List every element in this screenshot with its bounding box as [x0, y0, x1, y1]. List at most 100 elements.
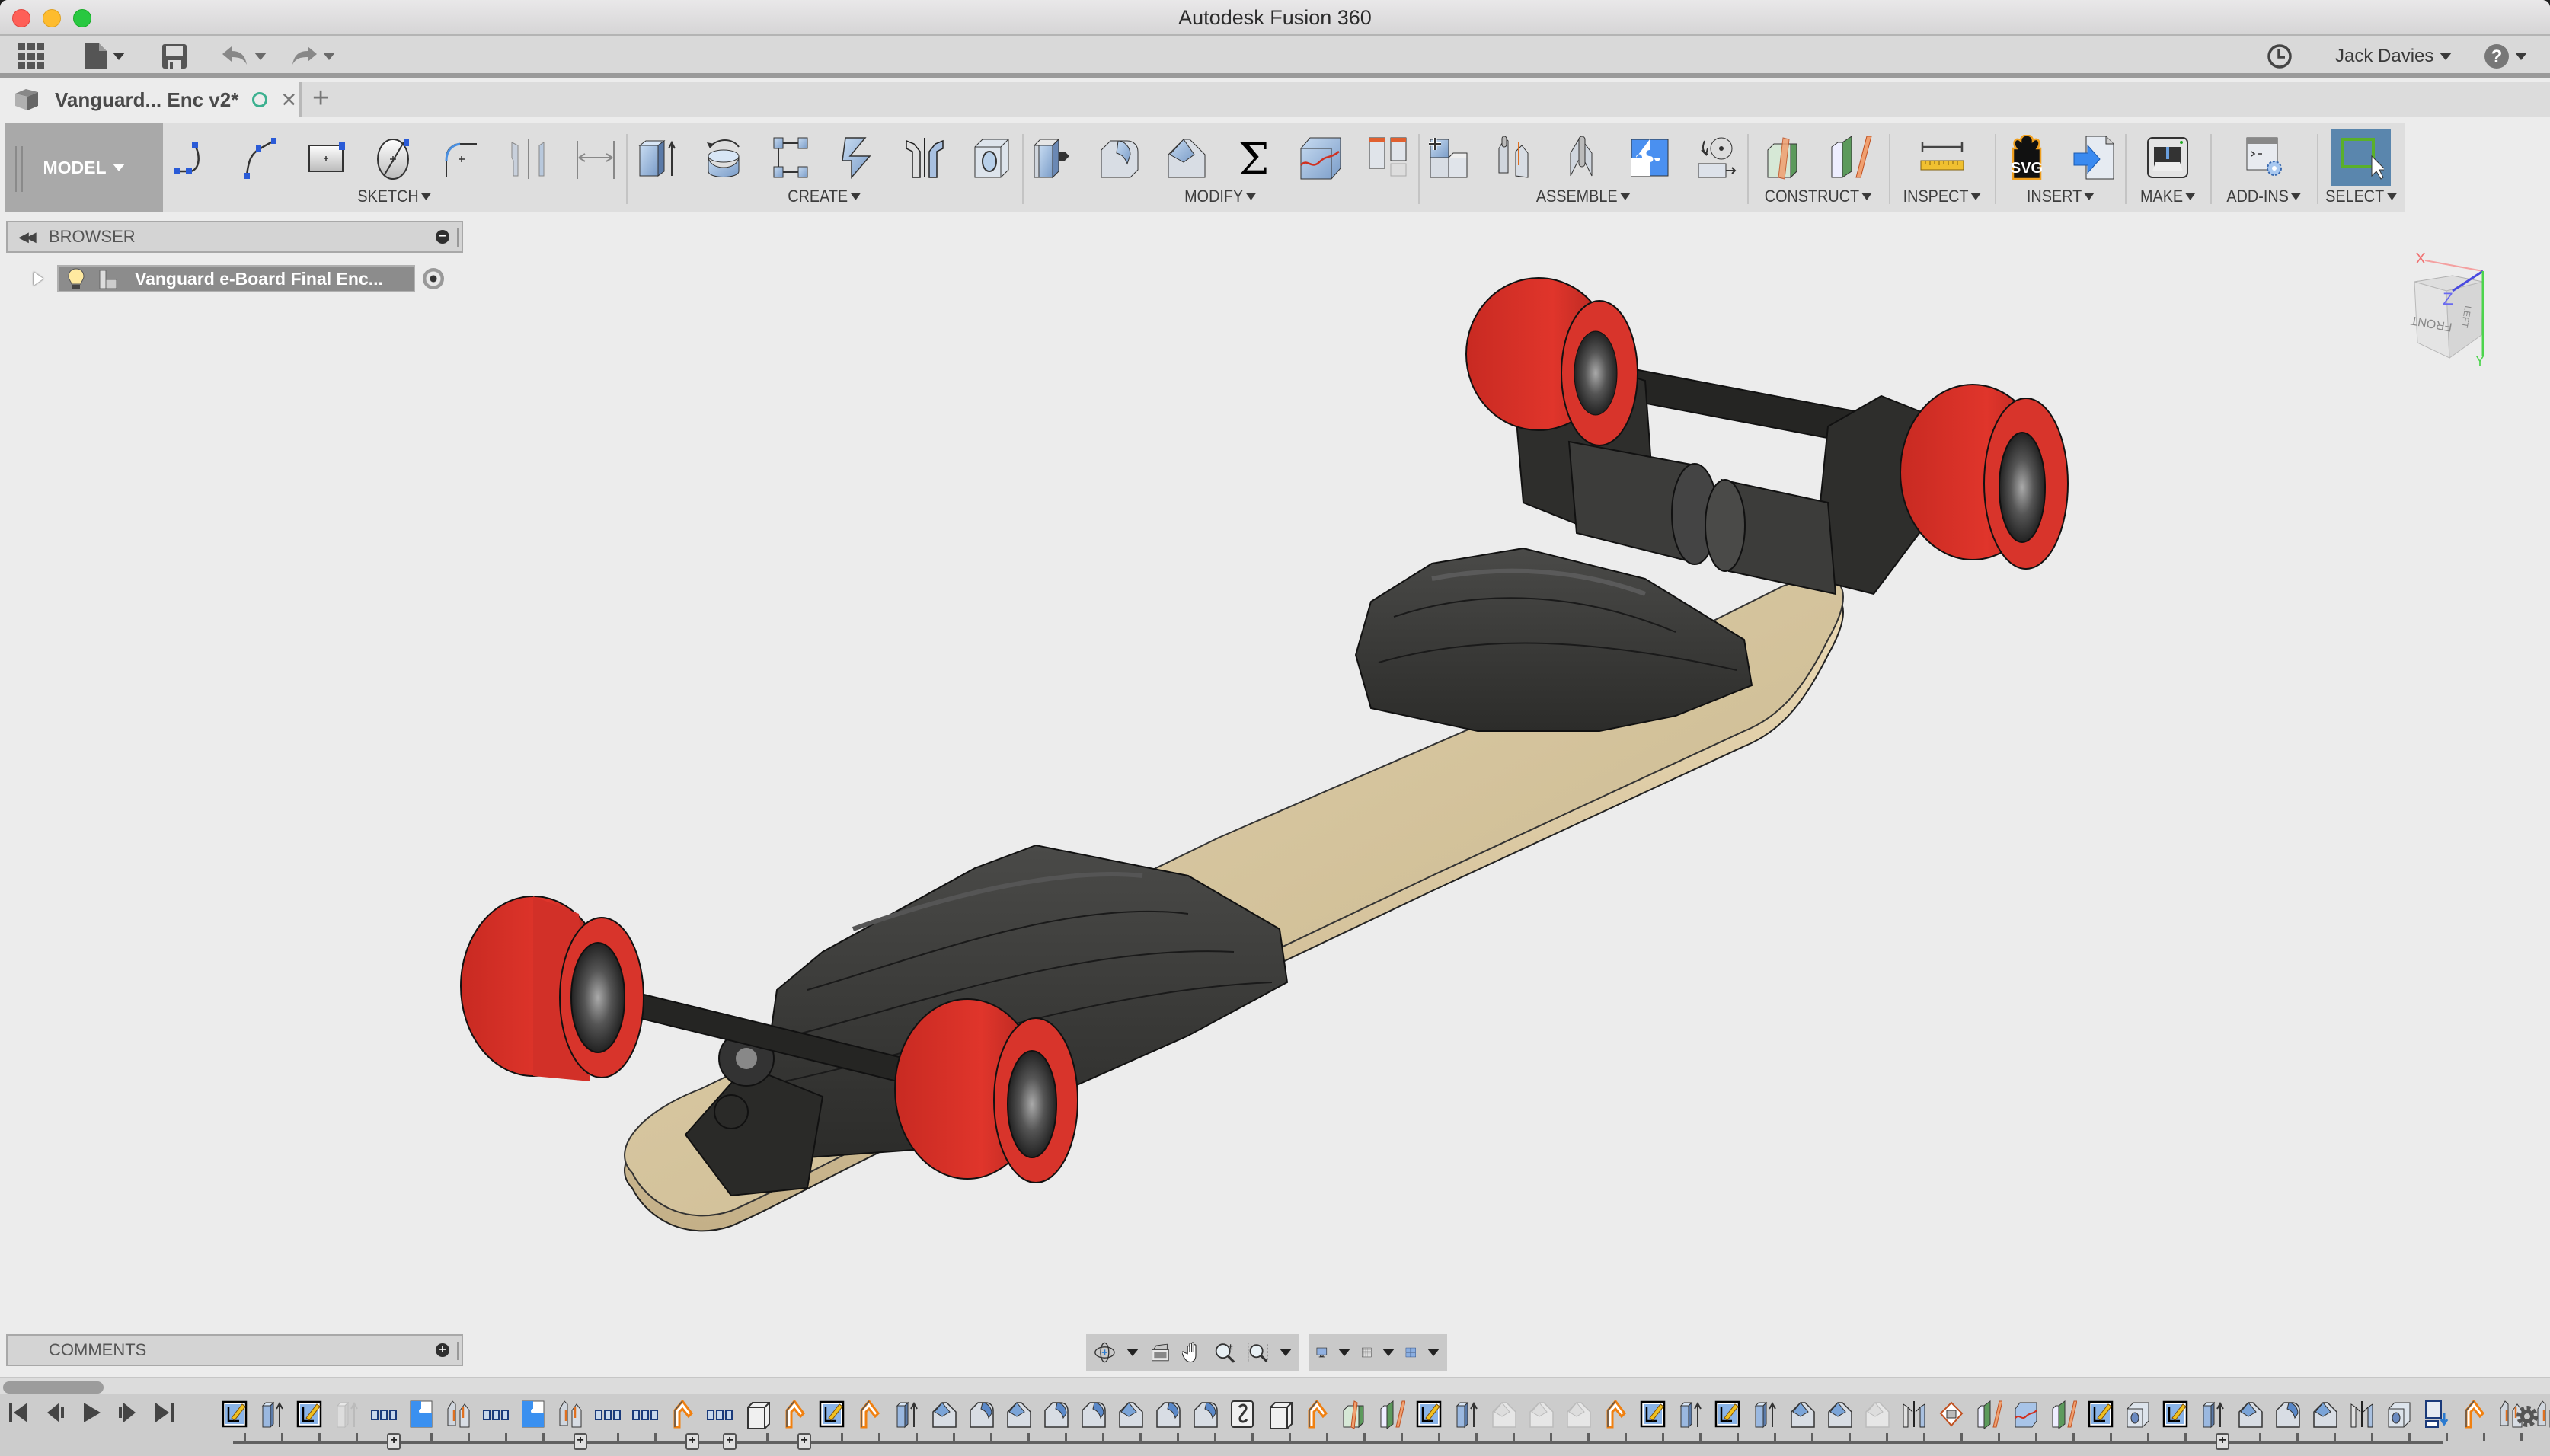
timeline-feature-extrude-icon[interactable]	[1452, 1400, 1480, 1429]
new-tab-button[interactable]: +	[312, 84, 329, 113]
pan-icon[interactable]	[1181, 1340, 1204, 1365]
timeline-feature-fillet-icon[interactable]	[1154, 1400, 1181, 1429]
offset-plane-icon[interactable]	[1762, 135, 1807, 180]
sketch-spline-icon[interactable]	[238, 135, 283, 180]
activate-component-radio[interactable]	[423, 268, 444, 289]
motor-right[interactable]	[1705, 478, 1837, 595]
timeline-feature-shell-icon[interactable]	[1938, 1400, 1965, 1429]
timeline-feature-chamfer-icon[interactable]	[930, 1400, 957, 1429]
timeline-group-marker[interactable]: +	[2216, 1433, 2229, 1450]
grid-snaps-icon[interactable]	[1361, 1340, 1372, 1365]
timeline-feature-chamfer-icon[interactable]	[1005, 1400, 1032, 1429]
joint-icon[interactable]	[1493, 135, 1539, 180]
browser-panel-header[interactable]: ◀◀ BROWSER −	[6, 221, 463, 253]
measure-icon[interactable]	[1919, 135, 1965, 180]
timeline-feature-extrude-icon[interactable]	[1676, 1400, 1704, 1429]
as-built-joint-icon[interactable]	[1560, 135, 1606, 180]
panel-resize-handle[interactable]	[457, 228, 459, 247]
sketch-dimension-icon[interactable]	[573, 135, 618, 180]
hole-icon[interactable]	[969, 135, 1015, 180]
insert-derive-icon[interactable]	[2071, 135, 2117, 180]
timeline-feature-box-icon[interactable]	[1266, 1400, 1293, 1429]
press-pull-icon[interactable]	[1030, 135, 1075, 180]
timeline-feature-extrude-icon[interactable]	[2199, 1400, 2226, 1429]
make-menu[interactable]: MAKE	[2140, 184, 2196, 209]
orbit-dropdown-icon[interactable]	[1126, 1349, 1139, 1356]
panel-resize-handle[interactable]	[457, 1342, 459, 1360]
timeline-feature-extrude-icon[interactable]	[893, 1400, 920, 1429]
timeline-feature-midplane-icon[interactable]	[1378, 1400, 1405, 1429]
workspace-switcher[interactable]: MODEL	[5, 123, 164, 212]
new-component-icon[interactable]	[1426, 135, 1472, 180]
timeline-feature-fillet-icon[interactable]	[1042, 1400, 1069, 1429]
timeline-feature-split-icon[interactable]	[2012, 1400, 2040, 1429]
fillet-icon[interactable]	[1097, 135, 1142, 180]
timeline-feature-joint-icon[interactable]	[445, 1400, 472, 1429]
create-menu[interactable]: CREATE	[788, 184, 861, 209]
timeline-feature-chamfer-icon[interactable]	[1826, 1400, 1853, 1429]
collapse-panel-icon[interactable]: ◀◀	[18, 229, 37, 245]
timeline-scroll-thumb[interactable]	[3, 1381, 104, 1394]
user-account-menu[interactable]: Jack Davies	[2335, 42, 2453, 71]
help-button[interactable]: ?	[2484, 42, 2527, 71]
timeline-feature-rigid-group-icon[interactable]	[519, 1400, 547, 1429]
timeline-group-marker[interactable]: +	[797, 1433, 811, 1450]
chamfer-icon[interactable]	[1164, 135, 1209, 180]
timeline-group-marker[interactable]: +	[723, 1433, 737, 1450]
timeline-feature-joint-icon[interactable]	[557, 1400, 584, 1429]
insert-svg-icon[interactable]: SVG	[2004, 135, 2050, 180]
timeline-feature-offset-plane-icon[interactable]	[1341, 1400, 1368, 1429]
orbit-icon[interactable]	[1094, 1340, 1116, 1365]
timeline-feature-fillet-icon[interactable]	[967, 1400, 995, 1429]
go-to-start-icon[interactable]	[8, 1401, 29, 1424]
midplane-icon[interactable]	[1829, 135, 1874, 180]
zoom-dropdown-icon[interactable]	[1279, 1349, 1292, 1356]
select-button[interactable]	[2331, 129, 2391, 186]
timeline-feature-chamfer-icon[interactable]	[1117, 1400, 1144, 1429]
timeline-feature-hole-icon[interactable]	[2124, 1400, 2152, 1429]
timeline-scrollbar[interactable]	[0, 1377, 2550, 1394]
timeline-feature-group-icon[interactable]	[594, 1400, 622, 1429]
sketch-fillet-icon[interactable]	[439, 135, 484, 180]
undo-button[interactable]	[222, 42, 267, 71]
zoom-icon[interactable]	[1214, 1340, 1236, 1365]
job-status-button[interactable]	[2267, 42, 2293, 71]
sketch-line-icon[interactable]	[171, 135, 216, 180]
timeline-feature-link-icon[interactable]	[1229, 1400, 1256, 1429]
timeline-feature-fillet-icon[interactable]	[2274, 1400, 2301, 1429]
file-menu-button[interactable]	[85, 42, 125, 71]
play-icon[interactable]	[81, 1401, 102, 1424]
timeline-track[interactable]: + + + + + +	[233, 1433, 2523, 1450]
construct-menu[interactable]: CONSTRUCT	[1765, 184, 1872, 209]
timeline-feature-as-built-icon[interactable]	[1602, 1400, 1629, 1429]
split-face-icon[interactable]	[1298, 135, 1344, 180]
timeline-feature-group-icon[interactable]	[370, 1400, 398, 1429]
inspect-menu[interactable]: INSPECT	[1903, 184, 1981, 209]
timeline-feature-sketch-icon[interactable]	[2087, 1400, 2114, 1429]
timeline-feature-sketch-icon[interactable]	[2162, 1400, 2189, 1429]
timeline-feature-sketch-icon[interactable]	[221, 1400, 248, 1429]
timeline-feature-mirror-icon[interactable]	[2348, 1400, 2376, 1429]
zoom-window-icon[interactable]	[1247, 1340, 1269, 1365]
redo-button[interactable]	[291, 42, 335, 71]
timeline-feature-box-icon[interactable]	[743, 1400, 771, 1429]
timeline-feature-chamfer-suppressed-icon[interactable]	[1863, 1400, 1890, 1429]
3d-viewport[interactable]	[0, 213, 2550, 1371]
timeline-feature-fillet-icon[interactable]	[1079, 1400, 1107, 1429]
front-left-wheel[interactable]	[460, 896, 644, 1081]
timeline-group-marker[interactable]: +	[387, 1433, 401, 1450]
align-icon[interactable]	[1365, 135, 1411, 180]
timeline-feature-group-icon[interactable]	[482, 1400, 510, 1429]
timeline-feature-midplane-icon[interactable]	[2050, 1400, 2077, 1429]
sketch-menu[interactable]: SKETCH	[358, 184, 432, 209]
timeline-feature-as-built-icon[interactable]	[2460, 1400, 2488, 1429]
root-component-node[interactable]: Vanguard e-Board Final Enc...	[57, 265, 415, 292]
viewports-icon[interactable]	[1405, 1340, 1417, 1365]
timeline-feature-sketch-icon[interactable]	[1639, 1400, 1666, 1429]
timeline-feature-chamfer-icon[interactable]	[2236, 1400, 2264, 1429]
timeline-feature-fillet-icon[interactable]	[1191, 1400, 1219, 1429]
save-button[interactable]	[161, 42, 187, 71]
close-tab-button[interactable]: ×	[281, 87, 296, 113]
add-ins-menu[interactable]: ADD-INS	[2226, 184, 2301, 209]
display-settings-icon[interactable]	[1316, 1340, 1328, 1365]
